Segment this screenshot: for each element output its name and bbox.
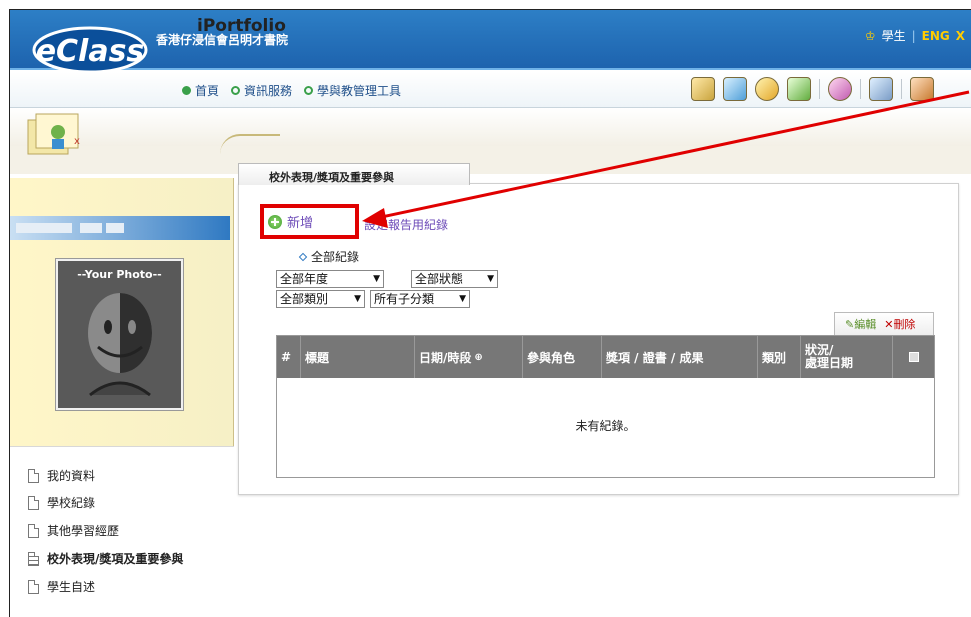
sort-down-icon: ⊕	[474, 351, 483, 363]
nav-home[interactable]: 首頁	[182, 82, 219, 99]
col-select-all[interactable]	[893, 336, 934, 378]
module-title: iPortfolio	[197, 16, 286, 36]
col-awards[interactable]: 獎項 / 證書 / 成果	[602, 336, 758, 378]
status-select-value: 全部狀態	[415, 272, 464, 286]
sidebar-item-other-learning[interactable]: 其他學習經歷	[28, 522, 119, 539]
col-title[interactable]: 標題	[301, 336, 415, 378]
sidebar-item-label: 其他學習經歷	[47, 524, 120, 538]
col-date-label: 日期/時段	[419, 350, 472, 365]
report-settings-link[interactable]: 設定報告用紀錄	[364, 216, 448, 233]
status-select[interactable]: 全部狀態 ▼	[411, 270, 498, 288]
col-date[interactable]: 日期/時段 ⊕	[415, 336, 523, 378]
edit-toolbar: ✎編輯 ✕刪除	[834, 312, 934, 335]
edit-label: 編輯	[854, 318, 877, 331]
sidebar-item-label: 學校紀錄	[47, 496, 96, 510]
svg-text:x: x	[74, 136, 80, 147]
empty-message: 未有紀錄。	[575, 419, 636, 433]
toolbar-icons	[691, 77, 934, 101]
all-records-label: 全部紀錄	[311, 250, 360, 264]
nav-info-label: 資訊服務	[244, 84, 293, 98]
document-icon	[28, 523, 39, 538]
nav-row: 首頁 資訊服務 學與教管理工具	[10, 72, 971, 108]
year-select-value: 全部年度	[280, 272, 329, 286]
edit-button[interactable]: ✎編輯	[845, 316, 876, 332]
circle-icon	[304, 86, 314, 95]
dropdown-arrow-icon: ▼	[373, 274, 380, 284]
tab-awards[interactable]: 校外表現/獎項及重要參與	[238, 163, 470, 185]
nav-info-services[interactable]: 資訊服務	[231, 82, 292, 99]
sidebar-item-label: 學生自述	[47, 580, 96, 594]
all-records-link[interactable]: 全部紀錄	[298, 248, 360, 265]
category-select-value: 全部類別	[280, 292, 329, 306]
col-status[interactable]: 狀況/ 處理日期	[801, 336, 893, 378]
delete-label: 刪除	[893, 318, 916, 331]
student-name-bar	[10, 216, 230, 240]
document-icon	[28, 495, 39, 510]
sidebar-item-label: 校外表現/獎項及重要參與	[47, 552, 184, 566]
module-tab-curve	[220, 134, 280, 154]
select-all-checkbox[interactable]	[908, 352, 919, 362]
nav-tools-label: 學與教管理工具	[317, 84, 402, 98]
separator: |	[911, 28, 916, 43]
user-bar: ♔ 學生 | ENG X	[865, 27, 965, 44]
user-role[interactable]: 學生	[882, 27, 906, 44]
book-icon[interactable]	[691, 77, 715, 101]
eclass-logo[interactable]: eClass	[30, 20, 150, 80]
avatar-placeholder-icon	[88, 293, 152, 397]
portfolio-icon: x	[10, 110, 110, 160]
subcategory-select-value: 所有子分類	[374, 292, 435, 306]
highlight-box	[260, 204, 359, 239]
sidebar-item-awards[interactable]: 校外表現/獎項及重要參與	[28, 550, 183, 567]
dropdown-arrow-icon: ▼	[459, 294, 466, 304]
col-index: #	[277, 336, 301, 378]
module-bar	[10, 108, 971, 146]
compass-icon[interactable]	[755, 77, 779, 101]
sidebar-item-self-account[interactable]: 學生自述	[28, 578, 95, 595]
sidebar-item-label: 我的資料	[47, 469, 96, 483]
document-icon	[28, 579, 39, 594]
sidebar-item-school-records[interactable]: 學校紀錄	[28, 494, 95, 511]
calendar-icon[interactable]	[723, 77, 747, 101]
records-table: # 標題 日期/時段 ⊕ 參與角色 獎項 / 證書 / 成果 類別 狀況/ 處理…	[276, 335, 935, 478]
subcategory-select[interactable]: 所有子分類 ▼	[370, 290, 470, 308]
logout-partial[interactable]: X	[956, 29, 965, 43]
user-icon: ♔	[864, 28, 876, 43]
nav-teaching-tools[interactable]: 學與教管理工具	[304, 82, 401, 99]
col-category[interactable]: 類別	[758, 336, 801, 378]
diamond-icon	[298, 252, 308, 261]
toolbar-divider	[860, 79, 861, 99]
col-role[interactable]: 參與角色	[523, 336, 602, 378]
toolbar-divider	[819, 79, 820, 99]
dropdown-arrow-icon: ▼	[487, 274, 494, 284]
module-band	[10, 146, 971, 174]
home-icon	[182, 86, 191, 95]
table-header: # 標題 日期/時段 ⊕ 參與角色 獎項 / 證書 / 成果 類別 狀況/ 處理…	[277, 336, 934, 378]
delete-button[interactable]: ✕刪除	[884, 316, 915, 332]
circle-icon	[231, 86, 241, 95]
document-icon	[28, 468, 39, 483]
sidebar: --Your Photo-- 我的資料 學校紀錄 其他學習經歷 校外表現/獎項及…	[10, 178, 234, 617]
pencil-icon[interactable]	[910, 77, 934, 101]
year-select[interactable]: 全部年度 ▼	[276, 270, 384, 288]
nav-home-label: 首頁	[195, 84, 220, 98]
document-lines-icon	[28, 551, 39, 566]
message-icon[interactable]	[787, 77, 811, 101]
tools-icon[interactable]	[869, 77, 893, 101]
top-header	[10, 10, 971, 70]
toolbar-divider	[901, 79, 902, 99]
category-select[interactable]: 全部類別 ▼	[276, 290, 365, 308]
photo-label: --Your Photo--	[77, 268, 162, 281]
dropdown-arrow-icon: ▼	[354, 294, 361, 304]
lang-switch[interactable]: ENG	[922, 29, 950, 43]
sidebar-item-my-info[interactable]: 我的資料	[28, 467, 95, 484]
palette-icon[interactable]	[828, 77, 852, 101]
sidebar-menu: 我的資料 學校紀錄 其他學習經歷 校外表現/獎項及重要參與 學生自述	[10, 446, 234, 617]
svg-text:eClass: eClass	[36, 34, 145, 69]
student-photo: --Your Photo--	[56, 259, 183, 410]
